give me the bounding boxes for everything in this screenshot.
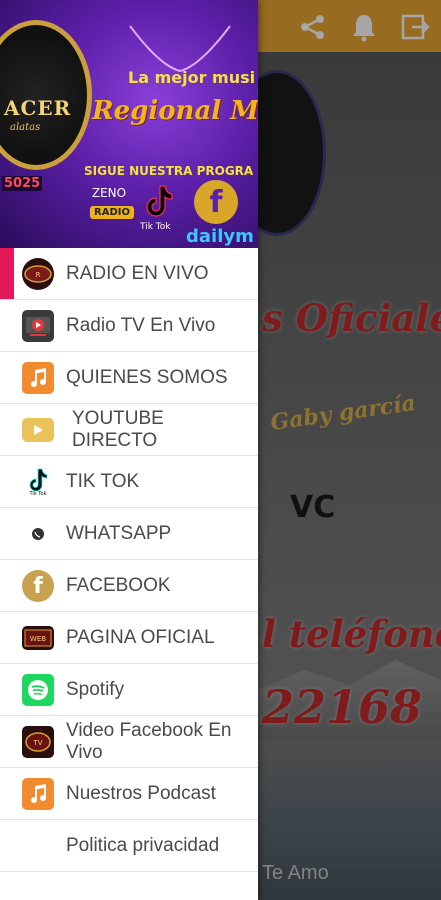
heart-decoration-icon [129,25,231,73]
station-logo-subtext: alatas [10,122,41,133]
menu-item-label: Spotify [66,678,125,700]
station-logo [0,20,92,170]
header-tagline: La mejor musi [128,68,256,87]
whatsapp-icon [22,518,54,550]
website-logo-icon: WEB [22,626,54,650]
svg-text:Tik Tok: Tik Tok [29,491,47,496]
menu-item-pagina-oficial[interactable]: WEB PAGINA OFICIAL [0,612,258,664]
menu-item-whatsapp[interactable]: WHATSAPP [0,508,258,560]
navigation-drawer: ACER alatas 5025 La mejor musi Regional … [0,0,258,900]
station-logo-text: ACER [4,96,72,120]
tiktok-logo-label: Tik Tok [140,222,171,232]
drawer-menu: R RADIO EN VIVO Radio TV En Vivo QUIENES… [0,248,258,872]
spotify-icon [22,674,54,706]
zeno-radio-badge: RADIO [90,206,134,219]
menu-item-facebook[interactable]: f FACEBOOK [0,560,258,612]
youtube-play-icon [22,418,54,442]
menu-item-label: TIK TOK [66,470,140,492]
svg-text:WEB: WEB [30,635,46,643]
zeno-logo-icon: ZENO [91,186,127,200]
menu-item-label: Politica privacidad [66,834,220,856]
menu-item-label: Video Facebook En Vivo [66,719,232,763]
menu-item-label: WHATSAPP [66,522,172,544]
podcast-note-icon [22,778,54,810]
menu-item-radio-en-vivo[interactable]: R RADIO EN VIVO [0,248,258,300]
menu-item-label: QUIENES SOMOS [66,366,228,388]
header-genre: Regional Me [92,96,258,126]
tv-play-icon [22,310,54,342]
menu-item-quienes-somos[interactable]: QUIENES SOMOS [0,352,258,404]
menu-item-label: RADIO EN VIVO [66,262,209,284]
menu-item-radio-tv[interactable]: Radio TV En Vivo [0,300,258,352]
menu-item-politica-privacidad[interactable]: Politica privacidad [0,820,258,872]
facebook-logo-icon: f [194,180,238,224]
dailymotion-logo: dailym [186,226,254,247]
menu-item-tik-tok[interactable]: Tik Tok TIK TOK [0,456,258,508]
menu-item-video-facebook[interactable]: TV Video Facebook En Vivo [0,716,258,768]
menu-item-podcast[interactable]: Nuestros Podcast [0,768,258,820]
music-note-icon [22,362,54,394]
video-logo-icon: TV [22,726,54,758]
radio-logo-icon: R [22,258,54,290]
menu-item-label: PAGINA OFICIAL [66,626,215,648]
facebook-icon: f [22,570,54,602]
menu-item-label: Nuestros Podcast [66,782,216,804]
menu-item-label: Radio TV En Vivo [66,314,216,336]
menu-item-label: YOUTUBE DIRECTO [72,407,164,451]
menu-item-label: FACEBOOK [66,574,171,596]
drawer-header-banner: ACER alatas 5025 La mejor musi Regional … [0,0,258,248]
header-phone: 5025 [2,176,43,191]
tiktok-logo-icon [140,182,178,220]
svg-text:TV: TV [32,739,42,747]
menu-item-youtube-directo[interactable]: YOUTUBE DIRECTO [0,404,258,456]
menu-item-spotify[interactable]: Spotify [0,664,258,716]
header-follow-text: SIGUE NUESTRA PROGRA [84,164,254,178]
tiktok-icon: Tik Tok [22,466,54,498]
svg-text:R: R [36,271,41,279]
